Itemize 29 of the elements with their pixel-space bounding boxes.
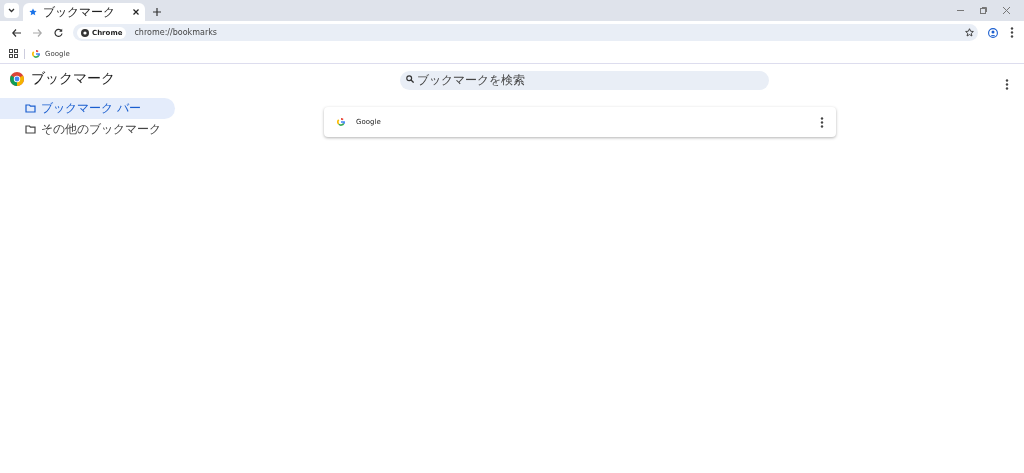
google-icon bbox=[31, 48, 41, 59]
star-icon[interactable] bbox=[965, 28, 974, 37]
menu-icon[interactable] bbox=[1010, 27, 1014, 38]
more-icon[interactable] bbox=[1005, 79, 1009, 90]
chrome-icon bbox=[81, 28, 89, 37]
folder-icon bbox=[25, 125, 36, 134]
sidebar-item[interactable]: その他のブックマーク bbox=[0, 119, 175, 140]
sidebar-item[interactable]: ブックマーク バー bbox=[0, 98, 175, 119]
profile-icon[interactable] bbox=[988, 27, 998, 38]
reload-icon[interactable] bbox=[54, 28, 63, 37]
browser-tab[interactable]: ブックマーク bbox=[23, 3, 145, 21]
restore-icon[interactable] bbox=[980, 7, 987, 14]
more-icon[interactable] bbox=[820, 116, 824, 128]
minimize-icon[interactable] bbox=[957, 7, 964, 14]
chrome-logo-icon bbox=[10, 72, 24, 86]
folder-icon bbox=[25, 104, 36, 113]
search-field[interactable]: ブックマークを検索 bbox=[400, 70, 769, 90]
close-icon[interactable] bbox=[133, 9, 139, 15]
new-tab-icon[interactable] bbox=[153, 8, 161, 16]
tab-title: ブックマーク bbox=[43, 3, 116, 21]
apps-icon[interactable] bbox=[9, 49, 18, 58]
page-title: ブックマーク bbox=[31, 70, 115, 88]
back-icon[interactable] bbox=[12, 28, 21, 37]
google-icon bbox=[336, 117, 346, 127]
url-text: chrome://bookmarks bbox=[134, 28, 218, 37]
tab-search-button[interactable] bbox=[4, 3, 19, 18]
caret-icon bbox=[8, 8, 15, 13]
star-icon bbox=[29, 8, 37, 16]
search-icon bbox=[406, 74, 414, 83]
